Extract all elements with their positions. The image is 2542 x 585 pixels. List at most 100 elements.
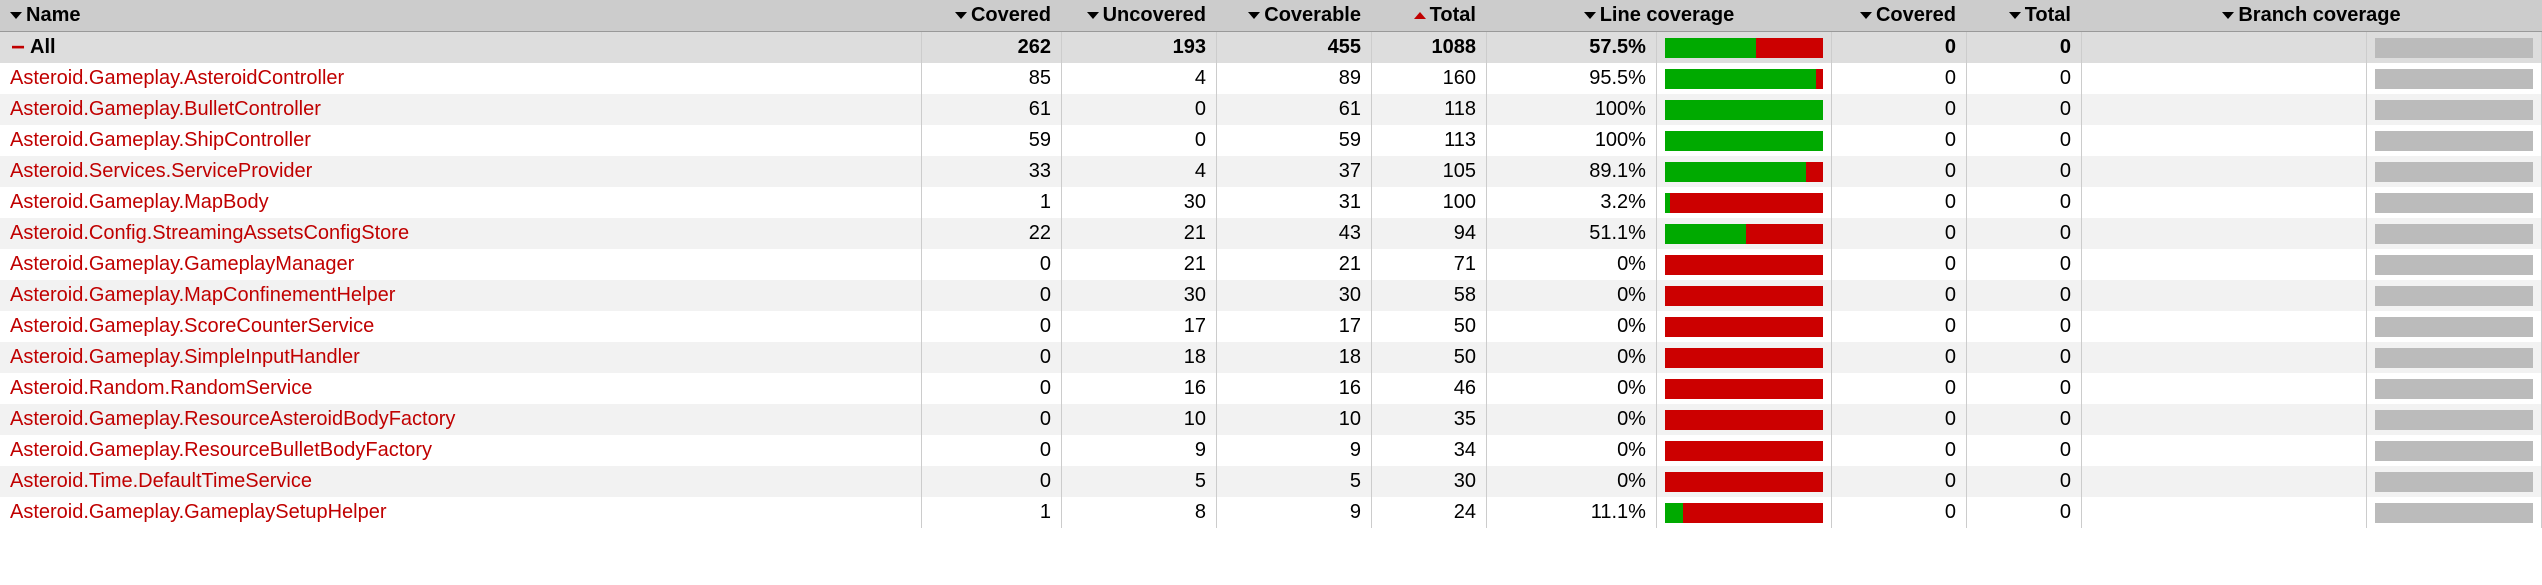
class-link[interactable]: Asteroid.Random.RandomService <box>10 377 312 399</box>
row-name: Asteroid.Gameplay.ResourceAsteroidBodyFa… <box>0 404 921 435</box>
row-branch-pct <box>2081 435 2366 466</box>
row-b-total: 0 <box>1966 435 2081 466</box>
class-link[interactable]: Asteroid.Gameplay.AsteroidController <box>10 67 344 89</box>
row-name: Asteroid.Gameplay.ShipController <box>0 125 921 156</box>
sort-desc-icon <box>1248 12 1260 19</box>
sort-desc-icon <box>1087 12 1099 19</box>
row-line-bar <box>1656 435 1831 466</box>
row-coverable: 9 <box>1216 435 1371 466</box>
row-coverable: 21 <box>1216 249 1371 280</box>
row-b-total: 0 <box>1966 63 2081 94</box>
col-branch-total[interactable]: Total <box>1966 0 2081 32</box>
col-total[interactable]: Total <box>1371 0 1486 32</box>
table-row: Asteroid.Random.RandomService01616460%00 <box>0 373 2542 404</box>
col-coverable[interactable]: Coverable <box>1216 0 1371 32</box>
row-b-covered: 0 <box>1831 373 1966 404</box>
row-branch-pct <box>2081 466 2366 497</box>
summary-b-covered: 0 <box>1831 32 1966 64</box>
class-link[interactable]: Asteroid.Gameplay.BulletController <box>10 98 321 120</box>
row-uncovered: 9 <box>1061 435 1216 466</box>
row-b-covered: 0 <box>1831 435 1966 466</box>
table-row: Asteroid.Gameplay.GameplayManager0212171… <box>0 249 2542 280</box>
class-link[interactable]: Asteroid.Config.StreamingAssetsConfigSto… <box>10 222 409 244</box>
col-name[interactable]: Name <box>0 0 921 32</box>
row-b-total: 0 <box>1966 280 2081 311</box>
sort-desc-icon <box>2009 12 2021 19</box>
row-b-total: 0 <box>1966 249 2081 280</box>
summary-line-pct: 57.5% <box>1486 32 1656 64</box>
class-link[interactable]: Asteroid.Gameplay.ShipController <box>10 129 311 151</box>
row-name: Asteroid.Gameplay.ScoreCounterService <box>0 311 921 342</box>
table-row: Asteroid.Config.StreamingAssetsConfigSto… <box>0 218 2542 249</box>
row-b-covered: 0 <box>1831 311 1966 342</box>
row-total: 118 <box>1371 94 1486 125</box>
row-b-total: 0 <box>1966 94 2081 125</box>
row-uncovered: 0 <box>1061 94 1216 125</box>
row-name: Asteroid.Services.ServiceProvider <box>0 156 921 187</box>
row-covered: 59 <box>921 125 1061 156</box>
row-line-pct: 0% <box>1486 280 1656 311</box>
row-line-bar <box>1656 249 1831 280</box>
row-uncovered: 4 <box>1061 156 1216 187</box>
row-branch-pct <box>2081 311 2366 342</box>
row-coverable: 43 <box>1216 218 1371 249</box>
row-branch-pct <box>2081 94 2366 125</box>
row-total: 58 <box>1371 280 1486 311</box>
row-branch-pct <box>2081 156 2366 187</box>
row-branch-bar <box>2366 404 2541 435</box>
class-link[interactable]: Asteroid.Gameplay.GameplayManager <box>10 253 354 275</box>
row-branch-bar <box>2366 435 2541 466</box>
row-line-bar <box>1656 125 1831 156</box>
col-branch-coverage[interactable]: Branch coverage <box>2081 0 2541 32</box>
row-b-total: 0 <box>1966 404 2081 435</box>
row-b-total: 0 <box>1966 466 2081 497</box>
class-link[interactable]: Asteroid.Gameplay.GameplaySetupHelper <box>10 501 386 523</box>
row-branch-pct <box>2081 63 2366 94</box>
col-branch-covered[interactable]: Covered <box>1831 0 1966 32</box>
row-coverable: 17 <box>1216 311 1371 342</box>
row-total: 105 <box>1371 156 1486 187</box>
col-covered[interactable]: Covered <box>921 0 1061 32</box>
class-link[interactable]: Asteroid.Time.DefaultTimeService <box>10 470 312 492</box>
table-row: Asteroid.Gameplay.ResourceBulletBodyFact… <box>0 435 2542 466</box>
col-line-coverage[interactable]: Line coverage <box>1486 0 1831 32</box>
row-b-covered: 0 <box>1831 156 1966 187</box>
row-covered: 22 <box>921 218 1061 249</box>
row-b-total: 0 <box>1966 218 2081 249</box>
row-total: 160 <box>1371 63 1486 94</box>
row-line-bar <box>1656 373 1831 404</box>
row-uncovered: 21 <box>1061 218 1216 249</box>
row-b-covered: 0 <box>1831 187 1966 218</box>
class-link[interactable]: Asteroid.Gameplay.ScoreCounterService <box>10 315 374 337</box>
row-line-bar <box>1656 187 1831 218</box>
row-branch-bar <box>2366 218 2541 249</box>
class-link[interactable]: Asteroid.Gameplay.MapConfinementHelper <box>10 284 395 306</box>
table-row: Asteroid.Gameplay.MapBody130311003.2%00 <box>0 187 2542 218</box>
coverage-table: Name Covered Uncovered Coverable Total L… <box>0 0 2542 528</box>
class-link[interactable]: Asteroid.Gameplay.ResourceAsteroidBodyFa… <box>10 408 455 430</box>
row-coverable: 9 <box>1216 497 1371 528</box>
row-covered: 0 <box>921 311 1061 342</box>
row-coverable: 5 <box>1216 466 1371 497</box>
class-link[interactable]: Asteroid.Gameplay.ResourceBulletBodyFact… <box>10 439 432 461</box>
row-coverable: 61 <box>1216 94 1371 125</box>
row-line-pct: 0% <box>1486 311 1656 342</box>
row-covered: 0 <box>921 435 1061 466</box>
row-b-total: 0 <box>1966 497 2081 528</box>
row-total: 50 <box>1371 311 1486 342</box>
sort-desc-icon <box>2222 12 2234 19</box>
class-link[interactable]: Asteroid.Gameplay.SimpleInputHandler <box>10 346 360 368</box>
row-b-covered: 0 <box>1831 218 1966 249</box>
class-link[interactable]: Asteroid.Services.ServiceProvider <box>10 160 312 182</box>
col-uncovered[interactable]: Uncovered <box>1061 0 1216 32</box>
row-branch-pct <box>2081 218 2366 249</box>
collapse-icon[interactable]: − <box>10 40 26 56</box>
row-branch-pct <box>2081 187 2366 218</box>
row-b-total: 0 <box>1966 311 2081 342</box>
row-coverable: 18 <box>1216 342 1371 373</box>
row-b-covered: 0 <box>1831 94 1966 125</box>
row-branch-pct <box>2081 404 2366 435</box>
row-name: Asteroid.Gameplay.GameplaySetupHelper <box>0 497 921 528</box>
row-branch-pct <box>2081 249 2366 280</box>
class-link[interactable]: Asteroid.Gameplay.MapBody <box>10 191 269 213</box>
